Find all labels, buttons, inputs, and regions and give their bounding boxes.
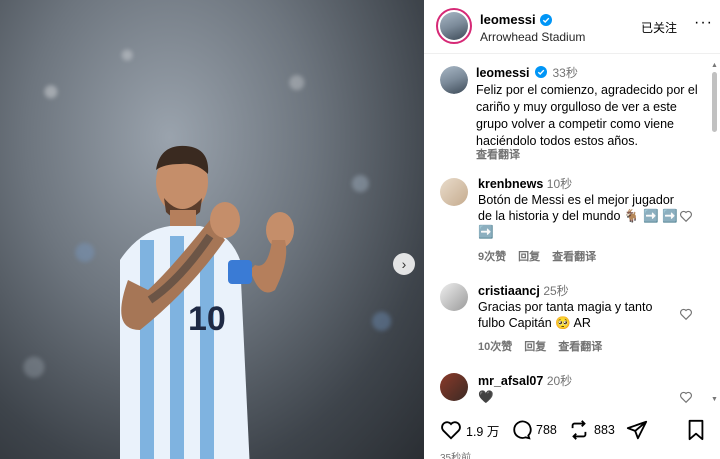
comment-reply-button[interactable]: 回复	[524, 338, 546, 354]
header-avatar[interactable]	[436, 8, 472, 44]
heart-icon	[441, 421, 461, 440]
scroll-thumb[interactable]	[712, 72, 717, 132]
comment-meta-row: 10次赞 回复 查看翻译	[478, 338, 602, 354]
comment-time: 20秒	[546, 374, 573, 388]
comment-bubble-icon	[513, 420, 532, 440]
send-icon	[626, 420, 648, 440]
comment-like-icon[interactable]	[679, 307, 693, 321]
header-location[interactable]: Arrowhead Stadium	[480, 30, 585, 44]
comment-username[interactable]: mr_afsal07	[478, 374, 543, 388]
caption-text: Feliz por el comienzo, agradecido por el…	[476, 83, 698, 148]
comment-translate-link[interactable]: 查看翻译	[552, 248, 596, 264]
comment-username[interactable]: krenbnews	[478, 177, 543, 191]
next-image-button[interactable]: ›	[393, 253, 415, 275]
comment-like-icon[interactable]	[679, 209, 693, 223]
caption-avatar[interactable]	[440, 66, 468, 94]
like-count: 1.9 万	[466, 424, 500, 439]
following-button[interactable]: 已关注	[641, 19, 677, 36]
action-bar: 1.9 万 788 883	[424, 419, 720, 447]
more-options-icon[interactable]: ···	[694, 14, 713, 32]
repost-count: 883	[594, 423, 615, 437]
comment-text: Gracias por tanta magia y tanto fulbo Ca…	[478, 300, 653, 330]
repost-icon	[571, 420, 587, 440]
save-button[interactable]	[686, 419, 706, 441]
share-button[interactable]	[626, 419, 648, 441]
post-photo: 10 ›	[0, 0, 424, 459]
svg-text:10: 10	[188, 300, 226, 338]
comments-scrollbar[interactable]: ▲ ▼	[711, 62, 718, 405]
comment-count: 788	[536, 423, 557, 437]
comment-body: cristiaancj 25秒 Gracias por tanta magia …	[478, 283, 678, 331]
post-detail-panel: leomessi Arrowhead Stadium 已关注 ··· leome…	[424, 0, 720, 459]
comment-avatar[interactable]	[440, 373, 468, 401]
comment-avatar[interactable]	[440, 283, 468, 311]
comment-text: Botón de Messi es el mejor jugador de la…	[478, 193, 678, 239]
verified-badge-icon	[535, 66, 547, 78]
caption-time: 33秒	[552, 66, 578, 80]
player-photo-illustration: 10	[120, 145, 294, 459]
caption-translate-link[interactable]: 查看翻译	[476, 146, 520, 162]
comment-likes[interactable]: 10次赞	[478, 338, 512, 354]
repost-button[interactable]: 883	[568, 419, 615, 441]
chevron-right-icon: ›	[401, 256, 407, 272]
like-button[interactable]: 1.9 万	[440, 419, 499, 441]
caption: leomessi 33秒 Feliz por el comienzo, agra…	[476, 65, 706, 150]
comments-scroll-area[interactable]: leomessi 33秒 Feliz por el comienzo, agra…	[424, 55, 720, 407]
comment-body: krenbnews 10秒 Botón de Messi es el mejor…	[478, 176, 678, 240]
comment-like-icon[interactable]	[679, 390, 693, 404]
comment-username[interactable]: cristiaancj	[478, 284, 540, 298]
post-timestamp: 35秒前	[440, 453, 472, 459]
comment-avatar[interactable]	[440, 178, 468, 206]
comment-reply-button[interactable]: 回复	[518, 248, 540, 264]
comment-body: mr_afsal07 20秒 🖤	[478, 373, 678, 405]
comment-likes[interactable]: 9次赞	[478, 248, 506, 264]
comment-text: 🖤	[478, 390, 494, 404]
comment-button[interactable]: 788	[510, 419, 557, 441]
comment-time: 10秒	[546, 177, 573, 191]
scroll-up-arrow-icon[interactable]: ▲	[711, 62, 718, 69]
comment-time: 25秒	[543, 284, 569, 298]
post-header: leomessi Arrowhead Stadium 已关注 ···	[424, 0, 720, 54]
verified-badge-icon	[539, 13, 552, 26]
comment-translate-link[interactable]: 查看翻译	[558, 338, 602, 354]
comment-meta-row: 9次赞 回复 查看翻译	[478, 248, 596, 264]
header-username[interactable]: leomessi	[480, 12, 536, 27]
bookmark-icon	[688, 419, 704, 441]
caption-username[interactable]: leomessi	[476, 66, 530, 80]
scroll-down-arrow-icon[interactable]: ▼	[711, 396, 718, 403]
header-username-row: leomessi	[480, 12, 552, 27]
